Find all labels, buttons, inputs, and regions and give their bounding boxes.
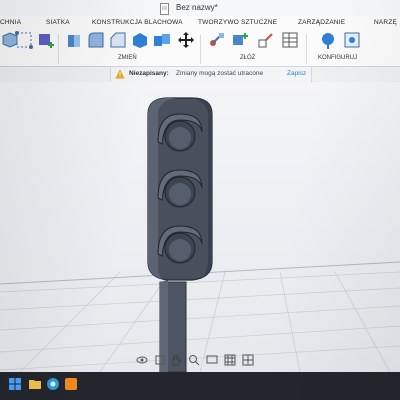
display-settings-icon[interactable] [206,354,218,366]
notification-title: Niezapisany: [129,70,169,77]
document-title: Bez nazwy* [176,3,218,12]
add-component-icon[interactable] [36,30,56,50]
separator [58,34,59,64]
chamfer-icon[interactable] [108,30,128,50]
fillet-icon[interactable] [86,30,106,50]
3d-viewport[interactable] [0,82,400,373]
tab-sheet-metal[interactable]: KONSTRUKCJA BLACHOWA [92,19,183,26]
tab-mesh[interactable]: SIATKA [46,19,70,26]
look-at-icon[interactable] [154,354,166,366]
fusion-app-icon[interactable] [64,377,78,391]
warning-icon [115,69,125,79]
cad-application-window: Bez nazwy* CHNIA SIATKA KONSTRUKCJA BLAC… [0,0,400,400]
tab-plastic[interactable]: TWORZYWO SZTUCZNE [198,19,277,26]
new-component-icon[interactable] [230,30,250,50]
orbit-icon[interactable] [136,354,148,366]
group-label-configure[interactable]: KONFIGURUJ [318,55,357,61]
tab-manage[interactable]: ZARZĄDZANIE [298,19,345,26]
press-pull-icon[interactable] [64,30,84,50]
tab-utilities[interactable]: NARZĘ [374,19,397,26]
notification-message: Zmiany mogą zostać utracone [176,70,264,77]
grid-settings-icon[interactable] [224,354,236,366]
separator [200,34,201,64]
group-label-modify[interactable]: ZMIEŃ [118,55,137,61]
configuration-table-icon[interactable] [342,30,362,50]
separator [306,34,307,64]
os-taskbar [0,372,400,400]
move-icon[interactable] [176,30,196,50]
navigation-toolbar [130,352,280,368]
pan-icon[interactable] [170,354,182,366]
tab-solid[interactable]: CHNIA [0,19,21,26]
sketch-select-icon[interactable] [14,30,34,50]
as-built-joint-icon[interactable] [256,30,276,50]
group-label-assemble[interactable]: ZŁÓŻ [240,55,255,61]
parameters-table-icon[interactable] [280,30,300,50]
combine-icon[interactable] [152,30,172,50]
viewports-icon[interactable] [242,354,254,366]
file-explorer-icon[interactable] [28,377,42,391]
browser-icon[interactable] [46,377,60,391]
document-icon [160,3,169,15]
zoom-icon[interactable] [188,354,200,366]
start-icon[interactable] [8,377,22,391]
shell-icon[interactable] [130,30,150,50]
save-link[interactable]: Zapisz [287,70,306,77]
joint-icon[interactable] [206,30,226,50]
configure-icon[interactable] [318,30,338,50]
traffic-light-model[interactable] [120,92,240,377]
toolbar-ribbon: CHNIA SIATKA KONSTRUKCJA BLACHOWA TWORZY… [0,16,400,67]
